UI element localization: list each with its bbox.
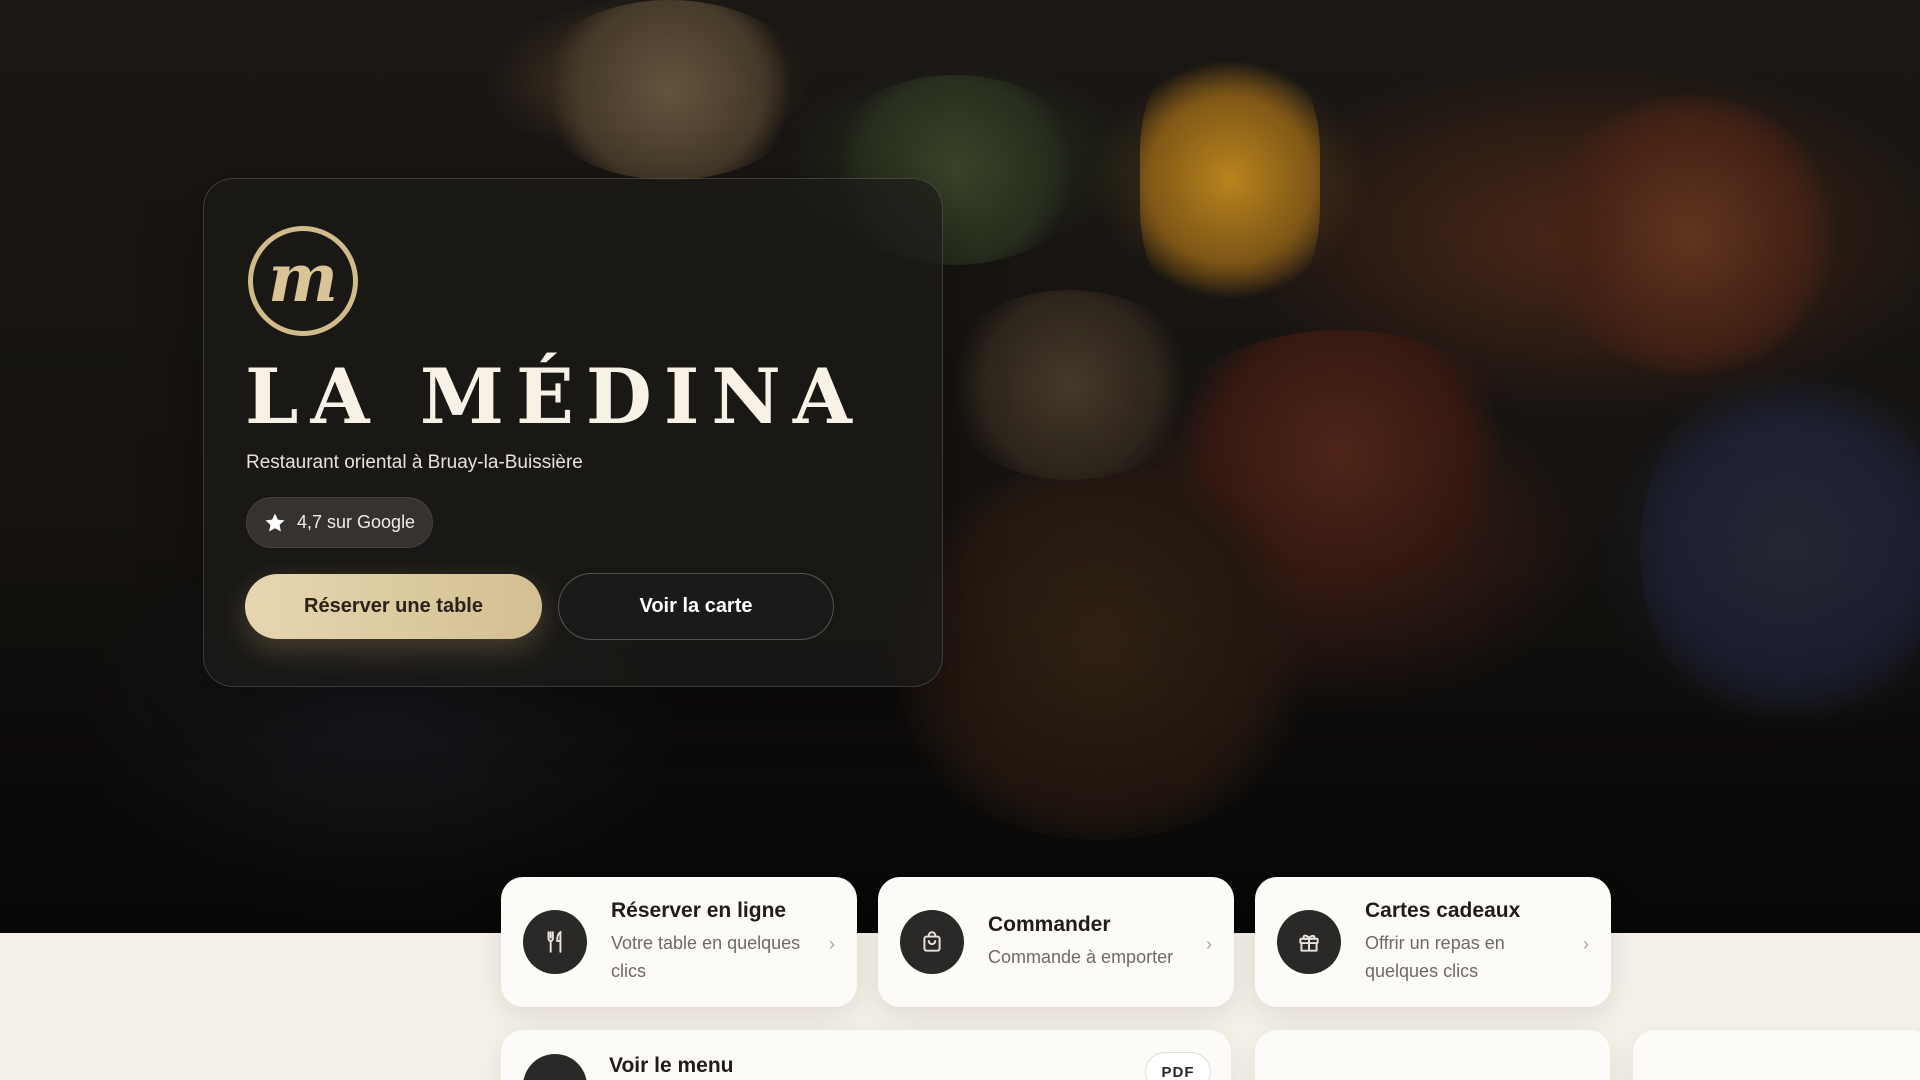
star-icon bbox=[265, 513, 285, 531]
info-card bbox=[1633, 1030, 1920, 1080]
hero-dish-image bbox=[940, 290, 1200, 480]
hero-dish-image bbox=[530, 0, 810, 180]
chevron-right-icon: › bbox=[1583, 934, 1589, 954]
menu-icon bbox=[523, 1054, 587, 1080]
reserve-table-button[interactable]: Réserver une table bbox=[245, 574, 542, 639]
quick-action-title: Commander bbox=[988, 913, 1111, 936]
google-rating-badge: 4,7 sur Google bbox=[246, 497, 433, 548]
quick-action-gift-cards[interactable]: Cartes cadeaux Offrir un repas en quelqu… bbox=[1255, 877, 1611, 1007]
quick-action-title: Cartes cadeaux bbox=[1365, 899, 1521, 922]
fork-knife-icon bbox=[523, 910, 587, 974]
brand-logo: m bbox=[248, 226, 358, 336]
view-menu-button[interactable]: Voir la carte bbox=[558, 573, 834, 640]
quick-action-description: Votre table en quelques clics bbox=[611, 933, 801, 981]
chevron-right-icon: › bbox=[1206, 934, 1212, 954]
quick-action-order[interactable]: Commander Commande à emporter › bbox=[878, 877, 1234, 1007]
logo-letter: m bbox=[268, 239, 338, 317]
quick-action-reserve-online[interactable]: Réserver en ligne Votre table en quelque… bbox=[501, 877, 857, 1007]
gift-icon bbox=[1277, 910, 1341, 974]
hero-dish-image bbox=[1150, 330, 1530, 580]
brand-subtitle: Restaurant oriental à Bruay-la-Buissière bbox=[246, 452, 583, 473]
page-title: LA MÉDINA bbox=[245, 352, 864, 441]
hero-dish-image bbox=[1640, 360, 1920, 740]
hero-dish-image bbox=[1140, 40, 1320, 320]
chevron-right-icon: › bbox=[829, 934, 835, 954]
quick-action-description: Commande à emporter bbox=[988, 947, 1174, 967]
pdf-badge: PDF bbox=[1145, 1052, 1211, 1080]
quick-action-title: Réserver en ligne bbox=[611, 899, 787, 922]
hero-dish-image bbox=[880, 460, 1320, 840]
hero-dish-image bbox=[1540, 95, 1840, 375]
rating-text: 4,7 sur Google bbox=[297, 512, 416, 532]
info-card bbox=[1255, 1030, 1610, 1080]
shopping-bag-icon bbox=[900, 910, 964, 974]
menu-card-title: Voir le menu bbox=[609, 1054, 734, 1077]
view-menu-card[interactable]: Voir le menu PDF bbox=[501, 1030, 1231, 1080]
quick-action-description: Offrir un repas en quelques clics bbox=[1365, 933, 1505, 981]
